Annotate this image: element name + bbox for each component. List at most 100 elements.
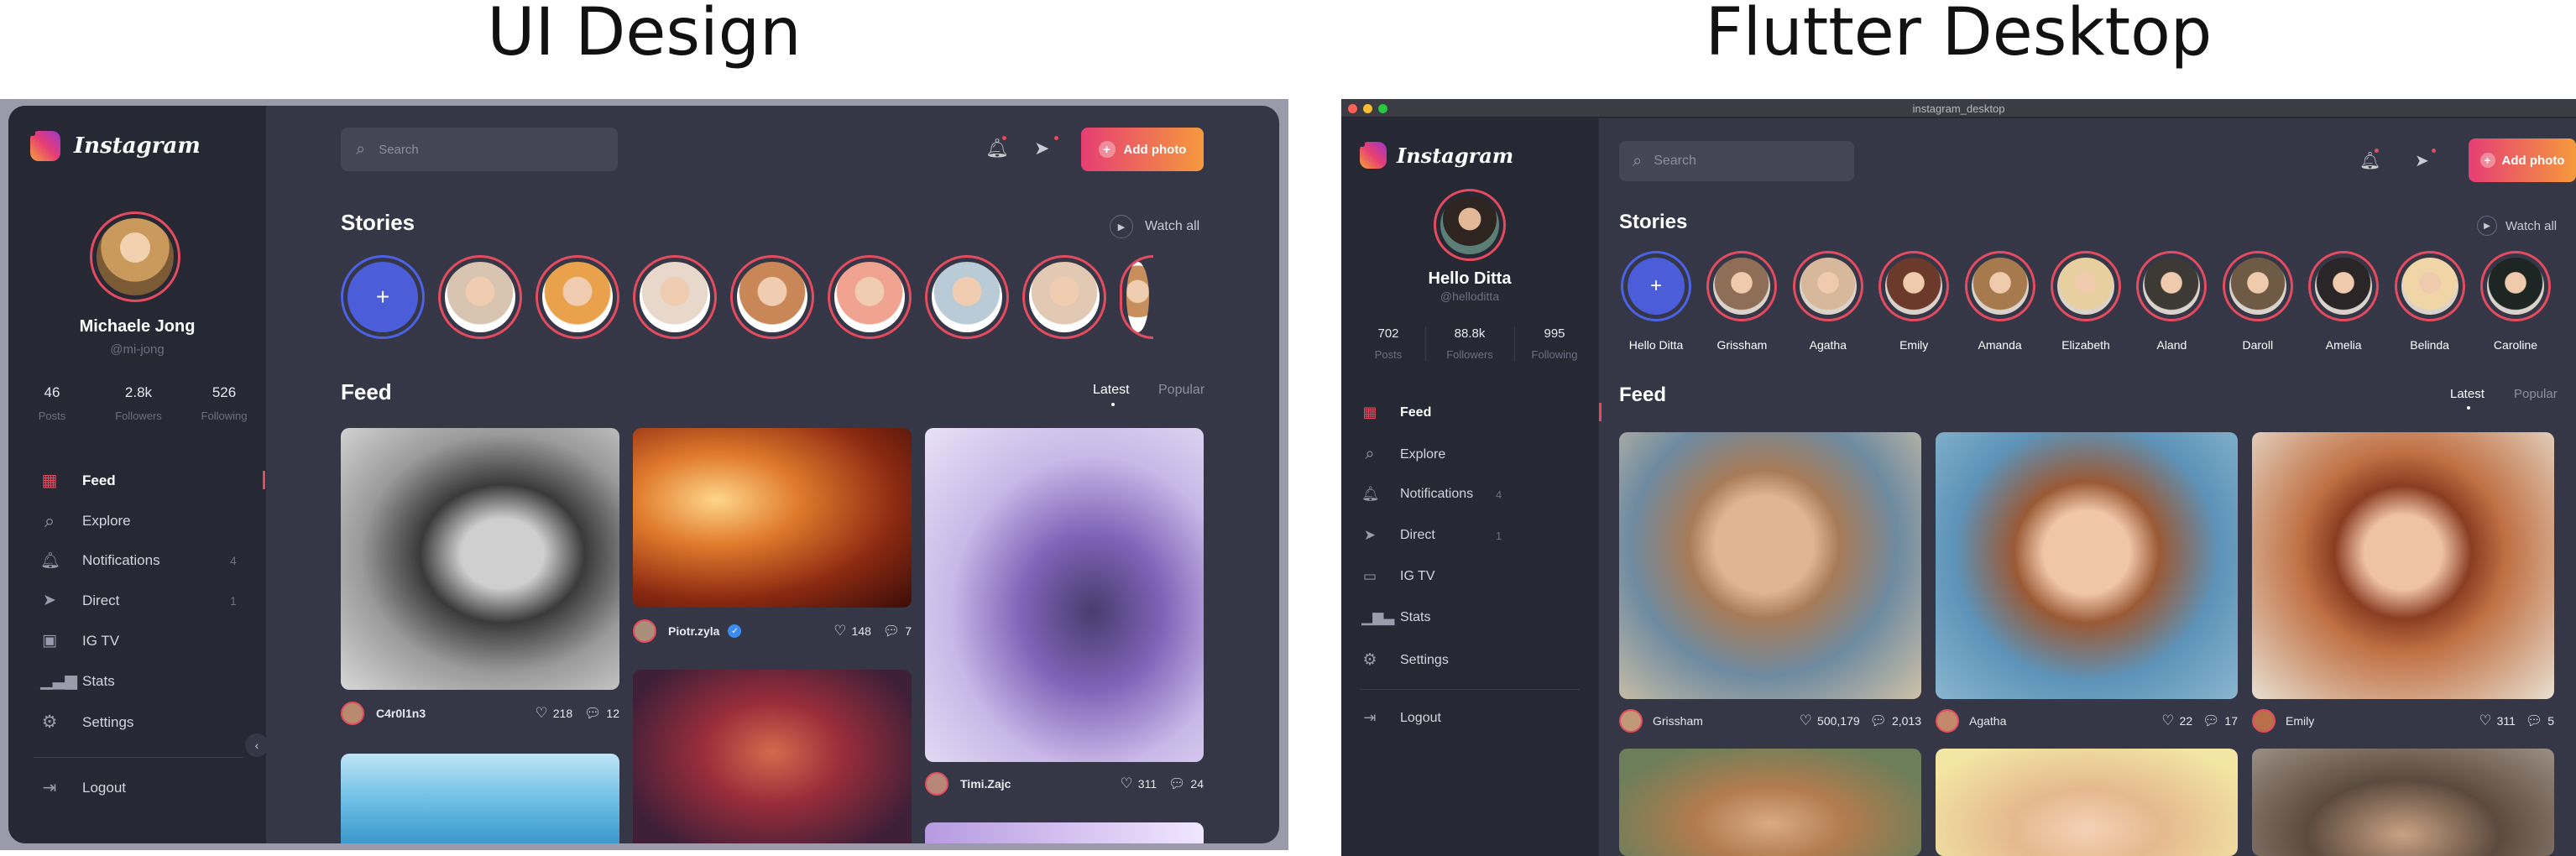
comment-icon[interactable]: 💬︎ [883, 623, 900, 639]
avatar[interactable] [2252, 709, 2276, 733]
tab-popular[interactable]: Popular [1158, 383, 1204, 398]
add-story-button[interactable]: + [341, 255, 425, 339]
post-image[interactable] [1619, 432, 1921, 699]
play-icon: ▶ [2477, 216, 2497, 236]
nav-notifications[interactable]: 🔔︎ Notifications 4 [40, 551, 242, 571]
story-avatar[interactable] [2480, 251, 2551, 321]
notifications-bell-icon[interactable]: 🔔︎ [2359, 150, 2380, 171]
search-bar[interactable]: ⌕ [1619, 141, 1854, 181]
nav-settings[interactable]: ⚙ Settings [1361, 650, 1448, 670]
nav-feed[interactable]: ▦ Feed [40, 470, 116, 491]
post-image[interactable] [925, 428, 1204, 762]
search-icon: ⌕ [356, 139, 366, 159]
direct-send-icon[interactable]: ➤ [2415, 150, 2429, 171]
story-avatar[interactable] [925, 255, 1009, 339]
post-image[interactable] [341, 754, 619, 843]
post-image[interactable] [633, 670, 912, 843]
story-avatar[interactable] [1964, 251, 2035, 321]
search-input[interactable] [1654, 154, 1822, 169]
heart-icon[interactable]: ♡ [1800, 712, 1812, 729]
add-story-button[interactable]: + [1621, 251, 1691, 321]
tab-popular[interactable]: Popular [2514, 387, 2558, 401]
story-avatar[interactable] [1706, 251, 1778, 321]
verified-icon: ✓ [728, 624, 742, 638]
nav-notifications[interactable]: 🔔︎ Notifications 4 [1361, 486, 1563, 503]
post-image[interactable] [2252, 749, 2554, 856]
watch-all-button[interactable]: ▶ Watch all [1110, 215, 1199, 238]
story-avatar[interactable] [1878, 251, 1950, 321]
story-label: Daroll [2242, 338, 2274, 352]
story-avatar[interactable] [730, 255, 814, 339]
nav-igtv[interactable]: ▣ IG TV [40, 631, 119, 650]
logo[interactable]: Instagram [1360, 142, 1513, 169]
stats-icon: ▁▃▆ [40, 672, 77, 690]
post-image[interactable] [1936, 749, 2238, 856]
nav-stats[interactable]: ▁▃▆ Stats [40, 671, 115, 691]
comment-icon[interactable]: 💬︎ [1870, 712, 1887, 729]
story-avatar[interactable] [2051, 251, 2121, 321]
heart-icon[interactable]: ♡ [1121, 775, 1133, 792]
story-avatar[interactable] [438, 255, 522, 339]
tab-latest[interactable]: Latest [2450, 387, 2485, 410]
story-avatar[interactable] [1792, 251, 1863, 321]
add-photo-button[interactable]: + Add photo [1081, 128, 1204, 171]
profile-avatar[interactable] [1434, 189, 1506, 261]
post-image[interactable] [1936, 432, 2238, 699]
tab-latest[interactable]: Latest [1093, 383, 1130, 406]
notification-dot [1002, 136, 1006, 140]
stats-icon: ▁▆▃ [1361, 609, 1395, 625]
nav-explore[interactable]: ⌕ Explore [1361, 445, 1445, 464]
story-avatar[interactable] [633, 255, 717, 339]
nav-logout[interactable]: ⇥ Logout [1361, 709, 1440, 727]
comment-icon[interactable]: 💬︎ [584, 705, 601, 722]
post-image[interactable] [341, 428, 619, 690]
heart-icon[interactable]: ♡ [2161, 712, 2174, 729]
comment-icon[interactable]: 💬︎ [1168, 775, 1185, 792]
sidebar-divider [1360, 689, 1580, 690]
story-avatar[interactable] [828, 255, 912, 339]
nav-direct[interactable]: ➤ Direct 1 [40, 591, 242, 610]
collapse-sidebar-button[interactable]: ‹ [245, 733, 269, 757]
post-image[interactable] [633, 428, 912, 608]
post-caption: Grissham ♡ 500,179 💬︎ 2,013 [1619, 709, 1921, 733]
notifications-bell-icon[interactable]: 🔔︎ [985, 138, 1009, 159]
nav-logout[interactable]: ⇥ Logout [40, 777, 126, 798]
avatar[interactable] [341, 702, 364, 725]
post-image[interactable] [2252, 432, 2554, 699]
post-image[interactable] [925, 822, 1204, 843]
story-avatar[interactable] [1120, 255, 1153, 339]
profile-name: Michaele Jong [79, 317, 196, 336]
search-input[interactable] [379, 142, 581, 157]
direct-send-icon[interactable]: ➤ [1034, 138, 1049, 159]
avatar[interactable] [633, 619, 656, 643]
post-image[interactable] [1619, 749, 1921, 856]
nav-direct[interactable]: ➤ Direct 1 [1361, 527, 1563, 544]
instagram-icon [30, 131, 60, 161]
nav-feed[interactable]: ▦ Feed [1361, 404, 1431, 421]
comment-icon[interactable]: 💬︎ [2202, 712, 2219, 729]
nav-igtv[interactable]: ▭ IG TV [1361, 568, 1435, 585]
avatar[interactable] [925, 772, 948, 796]
story-avatar[interactable] [2394, 251, 2465, 321]
heart-icon[interactable]: ♡ [2479, 712, 2491, 729]
watch-all-button[interactable]: ▶ Watch all [2477, 216, 2557, 236]
add-photo-button[interactable]: + Add photo [2469, 138, 2576, 182]
heart-icon[interactable]: ♡ [536, 705, 548, 722]
comment-icon[interactable]: 💬︎ [2526, 712, 2542, 729]
story-avatar[interactable] [2222, 251, 2293, 321]
nav-explore[interactable]: ⌕ Explore [40, 510, 131, 532]
flutter-panel: instagram_desktop Instagram Hello Ditta … [1341, 99, 2576, 856]
story-avatar[interactable] [2308, 251, 2380, 321]
story-avatar[interactable] [536, 255, 619, 339]
nav-settings[interactable]: ⚙ Settings [40, 712, 134, 733]
profile-handle: @mi-jong [110, 342, 165, 357]
logo[interactable]: Instagram [30, 131, 201, 161]
search-bar[interactable]: ⌕ [341, 128, 618, 171]
avatar[interactable] [1619, 709, 1643, 733]
nav-stats[interactable]: ▁▆▃ Stats [1361, 609, 1430, 626]
story-avatar[interactable] [1022, 255, 1106, 339]
profile-avatar[interactable] [90, 211, 180, 302]
avatar[interactable] [1936, 709, 1959, 733]
story-avatar[interactable] [2136, 251, 2208, 321]
heart-icon[interactable]: ♡ [833, 623, 846, 639]
